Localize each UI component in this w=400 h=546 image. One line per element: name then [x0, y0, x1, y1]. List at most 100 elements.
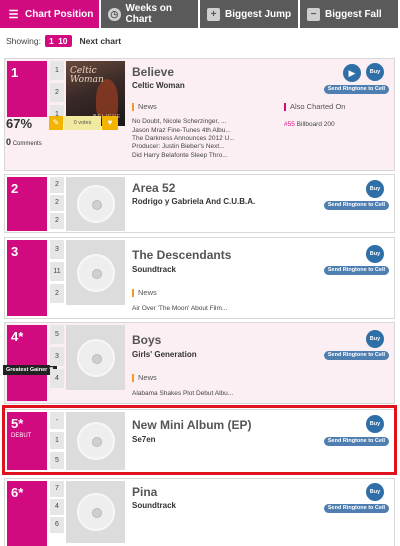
- cover-figure: [96, 79, 118, 119]
- greatest-gainer-badge: Greatest Gainer ♛: [3, 365, 57, 375]
- peak-stat: 4: [50, 499, 64, 515]
- cd-icon: [76, 185, 115, 223]
- send-ringtone-button[interactable]: Send Ringtone to Cell: [323, 85, 389, 94]
- album-cover-placeholder[interactable]: [66, 240, 125, 305]
- rank-box: 4* Greatest Gainer ♛: [3, 325, 57, 401]
- heart-icon[interactable]: ♥: [102, 116, 118, 130]
- range-start: 1: [48, 36, 54, 46]
- rank-box: 1: [7, 61, 47, 117]
- rank-number: 1: [11, 65, 19, 80]
- range-end: 10: [58, 36, 68, 46]
- album-title[interactable]: Boys: [132, 333, 161, 347]
- chart-row: 2 2 2 2 Area 52 Rodrigo y Gabriela And C…: [4, 174, 395, 233]
- album-title[interactable]: Believe: [132, 65, 174, 79]
- showing-label: Showing:: [6, 36, 41, 46]
- artist-name[interactable]: Soundtrack: [132, 265, 176, 274]
- rank-box: 6*: [7, 481, 47, 546]
- pagination-bar: Showing: 1 10 Next chart: [0, 31, 400, 51]
- votes-count: 0 votes: [64, 116, 101, 130]
- news-item[interactable]: Jason Mraz Fine-Tunes 4th Albu...: [132, 127, 231, 134]
- album-title[interactable]: Area 52: [132, 181, 175, 195]
- badge-label: Greatest Gainer: [6, 367, 48, 373]
- minus-icon: −: [307, 7, 320, 21]
- play-button[interactable]: ▶: [343, 64, 361, 82]
- last-week-stat: 7: [50, 481, 64, 497]
- last-week-stat: 3: [50, 240, 64, 259]
- tab-weeks-on-chart[interactable]: ◷ Weeks on Chart: [101, 0, 198, 28]
- clock-icon: ◷: [108, 7, 121, 21]
- tab-label: Biggest Jump: [225, 8, 292, 20]
- percent-rating: 67%: [6, 116, 33, 131]
- comments-label: Comments: [12, 141, 42, 147]
- tab-biggest-jump[interactable]: + Biggest Jump: [200, 0, 298, 28]
- rank-box: 2: [7, 177, 47, 231]
- cd-icon: [76, 493, 115, 531]
- news-item[interactable]: Air Over 'The Moon' About Film...: [132, 305, 227, 312]
- send-ringtone-button[interactable]: Send Ringtone to Cell: [323, 351, 389, 360]
- last-week-stat: 5: [50, 325, 64, 344]
- weeks-stat: 4: [50, 369, 64, 388]
- comments-count[interactable]: 0 Comments: [6, 137, 42, 147]
- news-item[interactable]: Producer: Justin Bieber's Next...: [132, 143, 225, 150]
- tab-label: Biggest Fall: [325, 8, 382, 20]
- last-week-stat: 2: [50, 177, 64, 193]
- buy-button[interactable]: Buy: [366, 63, 384, 81]
- news-item[interactable]: Alabama Shakes Plot Debut Albu...: [132, 390, 233, 397]
- artist-name[interactable]: Celtic Woman: [132, 81, 185, 90]
- rank-number: 3: [11, 244, 19, 259]
- rank-stats: 3 11 2: [50, 240, 64, 306]
- also-charted-label: Also Charted On: [284, 103, 345, 111]
- artist-name[interactable]: Girls' Generation: [132, 350, 197, 359]
- cover-title: Celtic Woman: [70, 66, 104, 85]
- last-week-stat: 1: [50, 61, 64, 80]
- news-item[interactable]: Did Harry Belafonte Sleep Thro...: [132, 152, 228, 159]
- album-cover-placeholder[interactable]: [66, 481, 125, 543]
- also-charted-item[interactable]: #55 Billboard 200: [284, 121, 335, 128]
- peak-stat: 11: [50, 262, 64, 281]
- news-label: News: [132, 289, 157, 297]
- chart-row: 6* 7 4 6 Pina Soundtrack Buy Send Ringto…: [4, 478, 395, 546]
- artist-name[interactable]: Rodrigo y Gabriela And C.U.B.A.: [132, 197, 255, 206]
- album-cover-placeholder[interactable]: [66, 177, 125, 231]
- send-ringtone-button[interactable]: Send Ringtone to Cell: [323, 201, 389, 210]
- tab-label: Weeks on Chart: [125, 3, 173, 25]
- tab-biggest-fall[interactable]: − Biggest Fall: [300, 0, 398, 28]
- rank-number: 2: [11, 181, 19, 196]
- rank-box: 3: [7, 240, 47, 316]
- album-cover-placeholder[interactable]: [66, 325, 125, 390]
- weeks-stat: 2: [50, 284, 64, 303]
- weeks-stat: 2: [50, 213, 64, 229]
- range-badge[interactable]: 1 10: [44, 35, 72, 47]
- news-item[interactable]: No Doubt, Nicole Scherzinger, ...: [132, 118, 226, 125]
- artist-name[interactable]: Soundtrack: [132, 501, 176, 510]
- news-label: News: [132, 374, 157, 382]
- next-chart-link[interactable]: Next chart: [80, 36, 122, 46]
- pencil-icon[interactable]: ✎: [49, 116, 63, 130]
- chart-tabs: ☰ Chart Position ◷ Weeks on Chart + Bigg…: [0, 0, 400, 28]
- buy-button[interactable]: Buy: [366, 245, 384, 263]
- buy-button[interactable]: Buy: [366, 483, 384, 501]
- tab-chart-position[interactable]: ☰ Chart Position: [0, 0, 99, 28]
- list-icon: ☰: [8, 8, 19, 21]
- album-title[interactable]: Pina: [132, 485, 157, 499]
- send-ringtone-button[interactable]: Send Ringtone to Cell: [323, 266, 389, 275]
- weeks-stat: 6: [50, 517, 64, 533]
- plus-icon: +: [207, 7, 220, 21]
- peak-stat: 2: [50, 83, 64, 102]
- peak-stat: 3: [50, 347, 64, 366]
- send-ringtone-button[interactable]: Send Ringtone to Cell: [323, 504, 389, 513]
- chart-row: 1 1 2 1 Celtic Woman BELIEVE Believe Cel…: [4, 58, 395, 171]
- cd-icon: [76, 253, 115, 292]
- cd-icon: [76, 338, 115, 377]
- rank-stats: 5 3 4: [50, 325, 64, 391]
- rank-stats: 2 2 2: [50, 177, 64, 232]
- album-title[interactable]: The Descendants: [132, 248, 231, 262]
- also-charted-chart: Billboard 200: [296, 121, 335, 128]
- buy-button[interactable]: Buy: [366, 330, 384, 348]
- also-charted-rank: #55: [284, 121, 295, 128]
- buy-button[interactable]: Buy: [366, 180, 384, 198]
- comments-number: 0: [6, 137, 12, 147]
- peak-stat: 2: [50, 195, 64, 211]
- tab-label: Chart Position: [25, 8, 94, 20]
- news-item[interactable]: The Darkness Announces 2012 U...: [132, 135, 235, 142]
